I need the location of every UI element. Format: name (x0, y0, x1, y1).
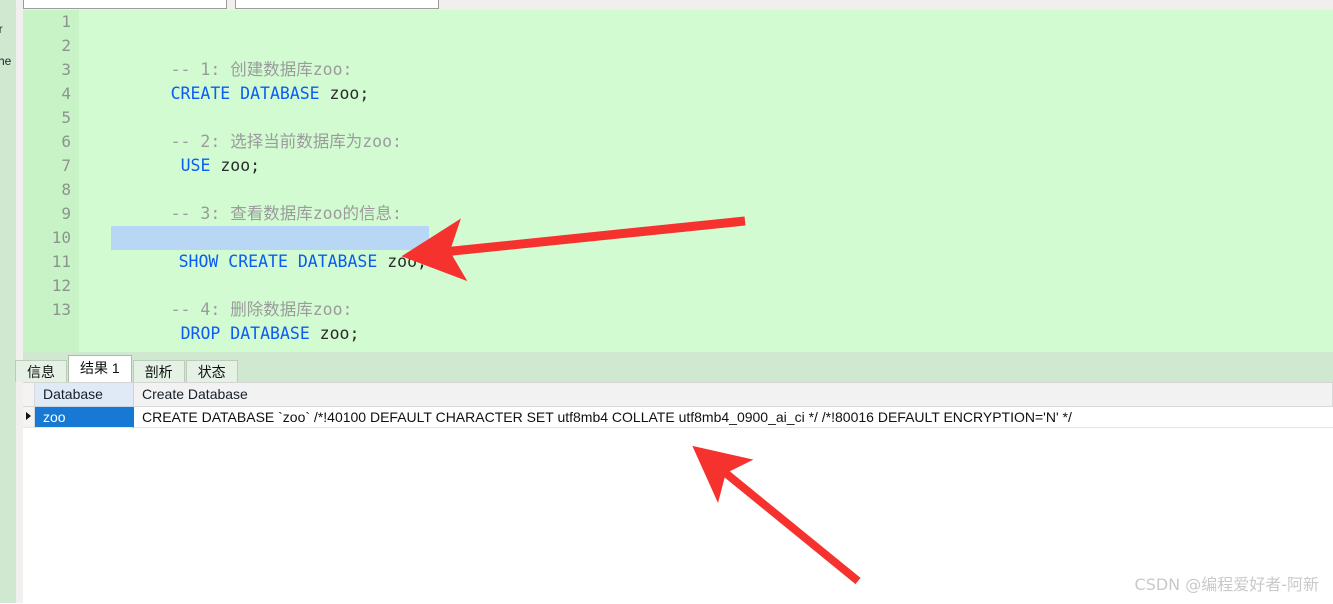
cell-database[interactable]: zoo (35, 407, 134, 428)
sql-keyword-drop-database: DROP DATABASE (180, 324, 310, 343)
code-line-8[interactable]: -- 3: 查看数据库zoo的信息: (111, 178, 402, 223)
sql-identifier-zoo: zoo; (319, 84, 370, 103)
editor-code-area[interactable]: -- 1: 创建数据库zoo: CREATE DATABASE zoo; -- … (79, 10, 1333, 352)
code-line-11[interactable]: -- 4: 删除数据库zoo: (111, 274, 353, 319)
sidebar-fragment-2: che (0, 54, 12, 68)
sql-comment: -- 3: 查看数据库zoo的信息: (170, 204, 402, 223)
results-tab-bar: 信息 结果 1 剖析 状态 (15, 352, 1333, 382)
line-number: 1 (61, 12, 71, 31)
line-number: 4 (61, 84, 71, 103)
line-number: 9 (61, 204, 71, 223)
line-number: 5 (61, 108, 71, 127)
sql-keyword-create-database: CREATE DATABASE (170, 84, 320, 103)
results-grid-header-row: Database Create Database (23, 383, 1333, 407)
code-line-12[interactable]: DROP DATABASE zoo; (121, 298, 360, 343)
sql-keyword-use: USE (180, 156, 211, 175)
code-line-6[interactable]: USE zoo; (121, 130, 260, 175)
toolbar-input-1[interactable] (23, 0, 227, 9)
code-line-2[interactable]: -- 1: 创建数据库zoo: (111, 34, 353, 79)
line-number: 8 (61, 180, 71, 199)
grid-corner-cell (23, 383, 35, 407)
line-number: 3 (61, 60, 71, 79)
triangle-right-icon (26, 412, 31, 420)
sql-identifier-zoo: zoo; (210, 156, 261, 175)
tab-status[interactable]: 状态 (185, 360, 238, 382)
left-sidebar-label-fragments: er che (0, 0, 16, 603)
sql-identifier-zoo: zoo; (377, 252, 427, 271)
code-line-5[interactable]: -- 2: 选择当前数据库为zoo: (111, 106, 402, 151)
tab-profile[interactable]: 剖析 (132, 360, 185, 382)
top-toolbar (23, 0, 1333, 10)
line-number: 12 (51, 276, 71, 295)
line-number: 10 (51, 228, 71, 247)
column-header-create-database[interactable]: Create Database (134, 383, 1333, 407)
line-number: 6 (61, 132, 71, 151)
line-number: 13 (51, 300, 71, 319)
sql-editor[interactable]: 1 2 3 4 5 6 7 8 9 10 11 12 13 -- 1: 创建数据… (23, 10, 1333, 352)
toolbar-input-2[interactable] (235, 0, 439, 9)
cell-create-database[interactable]: CREATE DATABASE `zoo` /*!40100 DEFAULT C… (134, 407, 1333, 428)
line-number: 7 (61, 156, 71, 175)
column-header-database[interactable]: Database (35, 383, 134, 407)
tab-result-1[interactable]: 结果 1 (68, 355, 132, 382)
sql-identifier-zoo: zoo; (309, 324, 360, 343)
sidebar-fragment-1: er (0, 22, 3, 36)
editor-line-number-gutter: 1 2 3 4 5 6 7 8 9 10 11 12 13 (23, 10, 79, 352)
line-number: 2 (61, 36, 71, 55)
tab-info[interactable]: 信息 (15, 360, 67, 382)
table-row[interactable]: zoo CREATE DATABASE `zoo` /*!40100 DEFAU… (23, 407, 1333, 428)
row-current-indicator (23, 407, 35, 428)
sidebar-divider (16, 0, 23, 603)
sql-keyword-show-create-database: SHOW CREATE DATABASE (178, 252, 378, 271)
code-line-3[interactable]: CREATE DATABASE zoo; (111, 58, 370, 103)
csdn-watermark: CSDN @编程爱好者-阿新 (1134, 575, 1319, 594)
line-number: 11 (51, 252, 71, 271)
code-line-9-selected[interactable]: SHOW CREATE DATABASE zoo; (111, 226, 429, 271)
